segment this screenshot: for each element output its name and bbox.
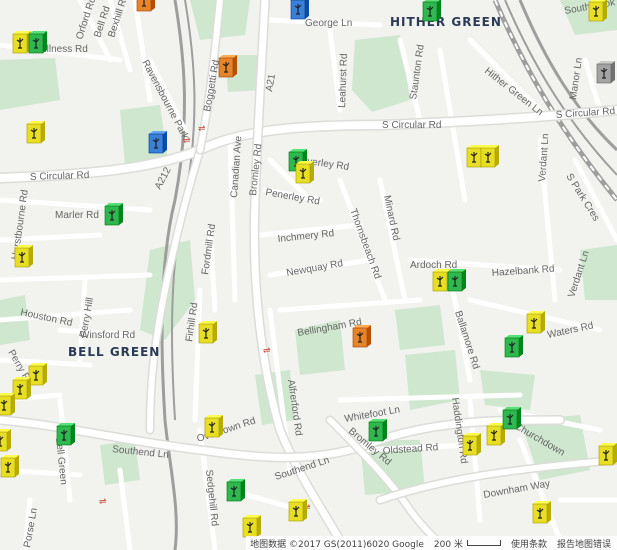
map-marker[interactable] [0,393,15,416]
map-marker[interactable] [290,0,309,20]
map-marker[interactable] [218,55,237,78]
map-marker[interactable] [104,203,123,226]
map-marker[interactable] [352,325,371,348]
map-marker[interactable] [480,145,499,168]
report-map-error-link[interactable]: 报告地图错误 [557,537,611,550]
map-marker[interactable] [598,443,617,466]
street-label: S Circular Rd [30,170,90,183]
scale-bar: 200 米 [434,537,501,550]
map-copyright: 地图数据 ©2017 GS(2011)6020 Google [250,539,424,550]
map-marker[interactable] [56,423,75,446]
map-marker[interactable] [148,131,167,154]
map-marker[interactable] [12,377,31,400]
map-marker[interactable] [502,407,521,430]
station-icon-4: ⇌ [99,497,107,507]
map-marker[interactable] [486,423,505,446]
map-marker[interactable] [422,0,441,22]
street-label: Marler Rd [55,210,99,221]
map-marker[interactable] [368,419,387,442]
map-marker[interactable] [26,121,45,144]
map-marker[interactable] [226,479,245,502]
map-canvas[interactable]: ⇌ ⇌ ⇌ ⇌ ⇌ George Ln Southbrook Orford Rd… [0,0,617,550]
map-footer: 地图数据 ©2017 GS(2011)6020 Google 200 米 使用条… [246,536,617,550]
map-marker[interactable] [0,455,19,478]
street-label: George Ln [305,18,352,29]
map-marker[interactable] [204,415,223,438]
area-label-bell-green: BELL GREEN [68,345,160,359]
map-marker[interactable] [504,335,523,358]
area-label-hither-green: HITHER GREEN [390,15,502,29]
map-marker[interactable] [0,429,11,452]
street-label: S Circular Rd [382,120,441,131]
map-marker[interactable] [136,0,155,12]
map-marker[interactable] [288,499,307,522]
map-marker[interactable] [526,311,545,334]
map-marker[interactable] [198,321,217,344]
map-marker[interactable] [14,245,33,268]
street-label: Winsford Rd [80,330,135,341]
street-label: Leahurst Rd [337,53,350,108]
map-marker[interactable] [28,363,47,386]
map-marker[interactable] [462,433,481,456]
map-marker[interactable] [28,31,47,54]
map-marker[interactable] [12,31,31,54]
map-marker[interactable] [532,501,551,524]
scale-bar-line [466,540,501,546]
map-marker[interactable] [295,161,314,184]
map-marker[interactable] [447,269,466,292]
scale-label: 200 米 [433,539,463,550]
map-marker[interactable] [596,61,615,84]
map-marker[interactable] [242,515,261,538]
terms-link[interactable]: 使用条款 [511,537,547,550]
station-icon-3: ⇌ [263,346,271,356]
station-icon-1: ⇌ [198,124,206,134]
map-marker[interactable] [588,0,607,22]
